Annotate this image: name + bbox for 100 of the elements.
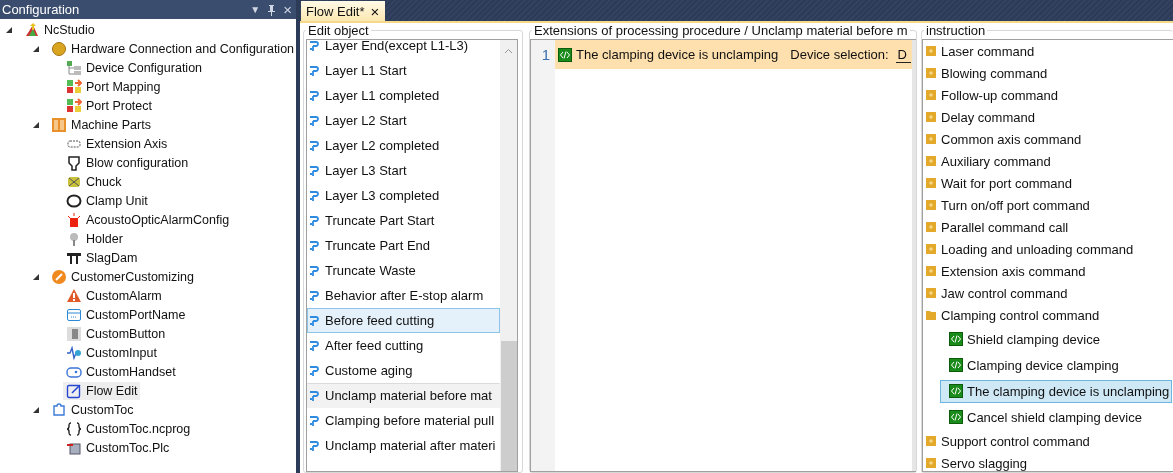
list-item[interactable]: Layer L1 completed bbox=[307, 83, 500, 108]
tree-item[interactable]: CustomAlarm bbox=[63, 286, 165, 305]
folder-item[interactable]: Laser command bbox=[923, 40, 1173, 62]
list-item[interactable]: Truncate Part Start bbox=[307, 208, 500, 233]
flow-icon bbox=[309, 164, 321, 177]
folder-icon bbox=[926, 243, 936, 255]
tree-item[interactable]: SlagDam bbox=[63, 248, 141, 267]
tree-item[interactable]: CustomerCustomizing bbox=[48, 267, 197, 286]
folder-icon bbox=[926, 89, 936, 101]
flow-icon bbox=[309, 64, 321, 77]
folder-item[interactable]: Auxiliary command bbox=[923, 150, 1173, 172]
list-item[interactable]: Layer L3 Start bbox=[307, 158, 500, 183]
tree-item[interactable]: CustomButton bbox=[63, 324, 169, 343]
braces-icon bbox=[66, 420, 82, 437]
code-icon bbox=[949, 384, 963, 398]
folder-item[interactable]: Parallel command call bbox=[923, 216, 1173, 238]
command-item[interactable]: Cancel shield clamping device bbox=[940, 405, 1145, 429]
tree-item[interactable]: CustomHandset bbox=[63, 362, 179, 381]
folder-item[interactable]: Blowing command bbox=[923, 62, 1173, 84]
tree-item[interactable]: NcStudio bbox=[21, 20, 98, 39]
tree-item[interactable]: Holder bbox=[63, 229, 126, 248]
expand-arrow-icon[interactable] bbox=[32, 120, 40, 129]
expand-arrow-icon[interactable] bbox=[32, 272, 40, 281]
list-item[interactable]: Layer L2 Start bbox=[307, 108, 500, 133]
list-item[interactable]: Unclamp material after materi bbox=[307, 433, 500, 458]
tree-item[interactable]: CustomToc.ncprog bbox=[63, 419, 194, 438]
window-icon bbox=[66, 306, 82, 323]
tree-item[interactable]: Hardware Connection and Configuration bbox=[48, 39, 296, 58]
command-item[interactable]: Clamping device clamping bbox=[940, 353, 1122, 377]
tree-item[interactable]: Port Mapping bbox=[63, 77, 164, 96]
list-item[interactable]: Layer L1 Start bbox=[307, 58, 500, 83]
flow-icon bbox=[309, 389, 321, 402]
tree-item[interactable]: Device Configuration bbox=[63, 58, 206, 77]
document-tab[interactable]: Flow Edit* × bbox=[301, 1, 386, 21]
line-number: 1 bbox=[540, 45, 551, 65]
tree-item[interactable]: Blow configuration bbox=[63, 153, 192, 172]
expand-arrow-icon[interactable] bbox=[32, 405, 40, 414]
folder-item[interactable]: Wait for port command bbox=[923, 172, 1173, 194]
tree-item[interactable]: Flow Edit bbox=[63, 381, 141, 400]
squares-icon bbox=[66, 78, 82, 95]
folder-icon bbox=[926, 45, 936, 57]
menu-button[interactable]: ▼ bbox=[250, 4, 261, 15]
code-icon bbox=[949, 358, 963, 372]
folder-icon bbox=[926, 199, 936, 211]
flow-icon bbox=[309, 239, 321, 252]
panel-title: Configuration bbox=[2, 2, 81, 17]
coin-icon bbox=[51, 40, 67, 57]
list-item[interactable]: Layer End(except L1-L3) bbox=[307, 40, 500, 58]
folder-item[interactable]: Loading and unloading command bbox=[923, 238, 1173, 260]
parameter-field[interactable]: D bbox=[895, 46, 911, 63]
folder-icon bbox=[926, 287, 936, 299]
flow-icon bbox=[309, 40, 321, 52]
tree-item[interactable]: CustomPortName bbox=[63, 305, 189, 324]
close-button[interactable]: × bbox=[283, 2, 292, 17]
scrollbar-thumb[interactable] bbox=[500, 341, 517, 471]
list-item[interactable]: Layer L3 completed bbox=[307, 183, 500, 208]
code-icon bbox=[558, 47, 572, 62]
folder-item[interactable]: Delay command bbox=[923, 106, 1173, 128]
list-item[interactable]: Layer L2 completed bbox=[307, 133, 500, 158]
list-item[interactable]: Behavior after E-stop alarm bbox=[307, 283, 500, 308]
folder-icon bbox=[926, 133, 936, 145]
tree-item[interactable]: CustomToc.Plc bbox=[63, 438, 173, 457]
expand-arrow-icon[interactable] bbox=[32, 44, 40, 53]
group-title: instruction bbox=[925, 23, 987, 38]
folder-item[interactable]: Common axis command bbox=[923, 128, 1173, 150]
list-item[interactable]: Clamping before material pull bbox=[307, 408, 500, 433]
tree-item[interactable]: Port Protect bbox=[63, 96, 155, 115]
list-item[interactable]: Unclamp material before mat bbox=[307, 383, 500, 408]
folder-item[interactable]: Support control command bbox=[923, 430, 1173, 452]
folder-icon bbox=[926, 67, 936, 79]
list-item[interactable]: Before feed cutting bbox=[307, 308, 500, 333]
panel-icon bbox=[51, 116, 67, 133]
command-item[interactable]: Shield clamping device bbox=[940, 327, 1103, 351]
tree-item[interactable]: Chuck bbox=[63, 172, 125, 191]
pin-icon[interactable] bbox=[267, 3, 277, 16]
folder-item[interactable]: Jaw control command bbox=[923, 282, 1173, 304]
list-item[interactable]: Truncate Part End bbox=[307, 233, 500, 258]
list-item[interactable]: Custome aging bbox=[307, 358, 500, 383]
siren-icon bbox=[66, 211, 82, 228]
folder-item[interactable]: Extension axis command bbox=[923, 260, 1173, 282]
folder-item[interactable]: Clamping control command bbox=[923, 304, 1173, 326]
group-title: Edit object bbox=[307, 23, 370, 38]
tree-item[interactable]: AcoustoOpticAlarmConfig bbox=[63, 210, 233, 229]
folder-item[interactable]: Follow-up command bbox=[923, 84, 1173, 106]
flow-icon bbox=[309, 289, 321, 302]
puzzle-icon bbox=[51, 401, 67, 418]
tree-item[interactable]: Clamp Unit bbox=[63, 191, 151, 210]
list-item[interactable]: Truncate Waste bbox=[307, 258, 500, 283]
folder-item[interactable]: Turn on/off port command bbox=[923, 194, 1173, 216]
command-item[interactable]: The clamping device is unclamping bbox=[940, 379, 1173, 403]
tree-item[interactable]: CustomToc bbox=[48, 400, 137, 419]
scrollbar[interactable] bbox=[500, 40, 517, 471]
close-button[interactable]: × bbox=[370, 3, 380, 19]
tree-item[interactable]: Machine Parts bbox=[48, 115, 154, 134]
list-item[interactable]: After feed cutting bbox=[307, 333, 500, 358]
expand-arrow-icon[interactable] bbox=[5, 25, 13, 34]
tree-item[interactable]: Extension Axis bbox=[63, 134, 171, 153]
folder-item[interactable]: Servo slagging bbox=[923, 452, 1173, 471]
flow-icon bbox=[309, 339, 321, 352]
tree-item[interactable]: CustomInput bbox=[63, 343, 160, 362]
